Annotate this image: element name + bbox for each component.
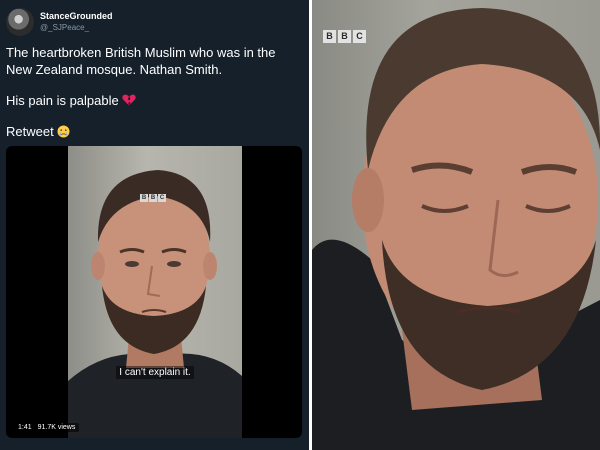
tweet-card: StanceGrounded @_SJPeace_ The heartbroke… (0, 0, 309, 450)
video-meta-badge: 1:41 91.7K views (14, 423, 80, 432)
tweet-text-line: His pain is palpable (6, 92, 302, 109)
bbc-still-image (312, 8, 600, 450)
logo-letter: B (323, 30, 336, 43)
logo-letter: B (338, 30, 351, 43)
video-player[interactable]: B B C I can't explain it. 1:41 91.7K vie… (6, 146, 302, 438)
video-duration: 1:41 (18, 424, 32, 431)
tweet-text: The heartbroken British Muslim who was i… (6, 44, 302, 140)
tweet-text-fragment: His pain is palpable (6, 93, 119, 108)
user-handle[interactable]: @_SJPeace_ (40, 23, 89, 32)
tweet-text-fragment: Retweet (6, 124, 54, 139)
logo-letter: B (140, 194, 148, 202)
tweet-text-line: Retweet (6, 123, 302, 140)
video-subtitle: I can't explain it. (68, 362, 242, 380)
subtitle-text: I can't explain it. (116, 366, 194, 379)
crying-face-icon (57, 125, 70, 138)
logo-letter: C (158, 194, 166, 202)
tweet-header: StanceGrounded @_SJPeace_ (6, 8, 296, 38)
video-views: 91.7K views (37, 424, 76, 431)
tweet-text-line: The heartbroken British Muslim who was i… (6, 45, 276, 77)
display-name[interactable]: StanceGrounded (40, 11, 113, 21)
video-still-image (68, 170, 242, 438)
video-frame[interactable]: B B C I can't explain it. (68, 146, 242, 438)
avatar[interactable] (6, 8, 34, 36)
logo-letter: B (149, 194, 157, 202)
broken-heart-icon (122, 94, 137, 106)
logo-letter: C (353, 30, 366, 43)
bbc-logo: B B C (140, 194, 166, 202)
bbc-still-panel: B B C (312, 0, 600, 450)
bbc-logo: B B C (323, 30, 366, 43)
